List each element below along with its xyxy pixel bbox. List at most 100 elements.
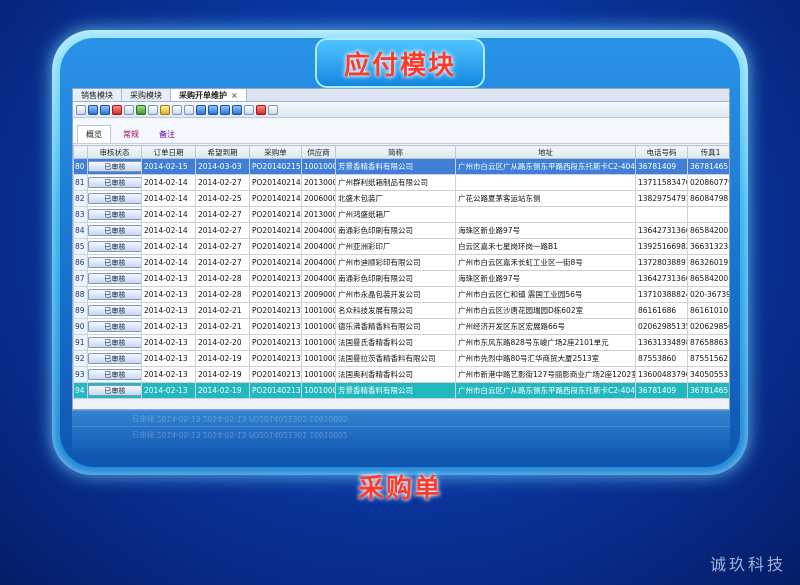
status-button[interactable]: 已审核: [88, 289, 141, 300]
cell-due: 2014-02-19: [195, 350, 250, 367]
status-button[interactable]: 已审核: [88, 305, 141, 316]
status-button[interactable]: 已审核: [88, 161, 141, 172]
cancel-icon[interactable]: [256, 104, 266, 115]
cell-due: 2014-02-27: [195, 238, 250, 255]
prev-record-icon[interactable]: [208, 104, 218, 115]
table-row[interactable]: 84已审核2014-02-142014-02-27PO2014021403200…: [73, 222, 729, 239]
save-icon[interactable]: [100, 104, 110, 115]
cell-date: 2014-02-13: [141, 334, 196, 351]
status-button[interactable]: 已审核: [88, 209, 141, 220]
exit-icon[interactable]: [268, 104, 278, 115]
cell-date: 2014-02-15: [141, 158, 196, 175]
table-row[interactable]: 90已审核2014-02-132014-02-21PO2014021307100…: [73, 318, 729, 335]
cell-fax: 86584200: [687, 270, 729, 287]
col-order-date[interactable]: 订单日期: [141, 145, 196, 159]
print-icon[interactable]: [148, 104, 158, 115]
cell-date: 2014-02-13: [141, 382, 196, 399]
cell-date: 2014-02-13: [141, 366, 196, 383]
cell-due: 2014-02-27: [195, 206, 250, 223]
table-row[interactable]: 81已审核2014-02-142014-02-27PO2014021406201…: [73, 174, 729, 191]
tab-general[interactable]: 常规: [115, 126, 147, 143]
tab-overview[interactable]: 概览: [77, 125, 111, 143]
tab-purchase[interactable]: 采购模块: [122, 89, 171, 101]
status-button[interactable]: 已审核: [88, 273, 141, 284]
edit-icon[interactable]: [124, 104, 134, 115]
cell-addr: 广州市白云区沙唐花园瑞园D栋602室: [455, 302, 636, 319]
row-number: 83: [73, 206, 88, 223]
import-icon[interactable]: [184, 104, 194, 115]
row-number: 80: [73, 158, 88, 175]
grid-header: 审核状态 订单日期 希望到期 采购单 供应商 简称 地址 电话号码 传真1: [73, 145, 729, 159]
cell-date: 2014-02-13: [141, 270, 196, 287]
folder-icon[interactable]: [160, 104, 170, 115]
table-row[interactable]: 82已审核2014-02-142014-02-25PO2014021405200…: [73, 190, 729, 207]
col-phone[interactable]: 电话号码: [635, 145, 688, 159]
tab-purchase-order-maintenance[interactable]: 采购开单维护 ×: [171, 89, 247, 101]
row-number: 93: [73, 366, 88, 383]
table-row[interactable]: 93已审核2014-02-132014-02-19PO2014021304100…: [73, 366, 729, 383]
cell-addr: 广州市东风东路828号东峻广场2座2101单元: [455, 334, 636, 351]
app-window: 销售模块 采购模块 采购开单维护 × 概览 常规 备注 审核状态 订单日期 希望…: [72, 88, 730, 410]
status-button[interactable]: 已审核: [88, 177, 141, 188]
status-button[interactable]: 已审核: [88, 321, 141, 332]
close-icon[interactable]: ×: [231, 91, 238, 100]
approve-icon[interactable]: [136, 104, 146, 115]
status-button[interactable]: 已审核: [88, 385, 141, 396]
cell-addr: 广州市白云区广从路东侧东平路西段东托斯卡C2-404房: [455, 382, 636, 399]
cell-addr: 广州市新港中路艺影街127号丽影商业广场2座1202室: [455, 366, 636, 383]
new-doc-icon[interactable]: [76, 104, 86, 115]
copy-icon[interactable]: [88, 104, 98, 115]
col-name[interactable]: 简称: [335, 145, 456, 159]
col-supplier[interactable]: 供应商: [301, 145, 336, 159]
next-record-icon[interactable]: [220, 104, 230, 115]
first-record-icon[interactable]: [196, 104, 206, 115]
status-button[interactable]: 已审核: [88, 257, 141, 268]
last-record-icon[interactable]: [232, 104, 242, 115]
toolbar: [73, 102, 729, 118]
cell-po: PO2014021402: [249, 238, 302, 255]
cell-date: 2014-02-14: [141, 206, 196, 223]
cell-fax: 02062985010: [687, 318, 729, 335]
col-fax[interactable]: 传真1: [687, 145, 729, 159]
export-icon[interactable]: [172, 104, 182, 115]
status-button[interactable]: 已审核: [88, 369, 141, 380]
table-row[interactable]: 88已审核2014-02-132014-02-28PO2014021310200…: [73, 286, 729, 303]
status-button[interactable]: 已审核: [88, 337, 141, 348]
cell-date: 2014-02-14: [141, 238, 196, 255]
col-status[interactable]: 审核状态: [87, 145, 142, 159]
table-row[interactable]: 92已审核2014-02-132014-02-19PO2014021305100…: [73, 350, 729, 367]
cell-status: 已审核: [87, 302, 142, 319]
delete-icon[interactable]: [112, 104, 122, 115]
table-row[interactable]: 86已审核2014-02-142014-02-27PO2014021401200…: [73, 254, 729, 271]
col-po[interactable]: 采购单: [249, 145, 302, 159]
table-row[interactable]: 94已审核2014-02-132014-02-19PO2014021303100…: [73, 382, 729, 399]
cell-po: PO2014021303: [249, 382, 302, 399]
cell-tel: 13829754791: [635, 190, 688, 207]
tab-sales[interactable]: 销售模块: [73, 89, 122, 101]
status-button[interactable]: 已审核: [88, 241, 141, 252]
sub-tabs: 概览 常规 备注: [73, 118, 729, 144]
col-address[interactable]: 地址: [455, 145, 636, 159]
col-due-date[interactable]: 希望到期: [195, 145, 250, 159]
table-row[interactable]: 91已审核2014-02-132014-02-20PO2014021306100…: [73, 334, 729, 351]
status-button[interactable]: 已审核: [88, 193, 141, 204]
table-row[interactable]: 87已审核2014-02-132014-02-28PO2014021311200…: [73, 270, 729, 287]
cell-sup: 10010004: [301, 382, 336, 399]
col-rownum: [73, 145, 88, 159]
status-button[interactable]: 已审核: [88, 353, 141, 364]
table-row[interactable]: 80已审核2014-02-152014-03-03PO2014021501100…: [73, 158, 729, 175]
table-row[interactable]: 85已审核2014-02-142014-02-27PO2014021402200…: [73, 238, 729, 255]
cell-name: 广州鸿盛纸箱厂: [335, 206, 456, 223]
cell-name: 名众科技发展有限公司: [335, 302, 456, 319]
table-row[interactable]: 89已审核2014-02-132014-02-21PO2014021308100…: [73, 302, 729, 319]
tab-notes[interactable]: 备注: [151, 126, 183, 143]
table-row[interactable]: 83已审核2014-02-142014-02-27PO2014021404201…: [73, 206, 729, 223]
cell-tel: 36781409: [635, 158, 688, 175]
refresh-icon[interactable]: [244, 104, 254, 115]
cell-fax: 020-36739007: [687, 286, 729, 303]
cell-fax: 36781465: [687, 158, 729, 175]
cell-sup: 20040003: [301, 222, 336, 239]
cell-due: 2014-02-19: [195, 382, 250, 399]
cell-po: PO2014021311: [249, 270, 302, 287]
status-button[interactable]: 已审核: [88, 225, 141, 236]
